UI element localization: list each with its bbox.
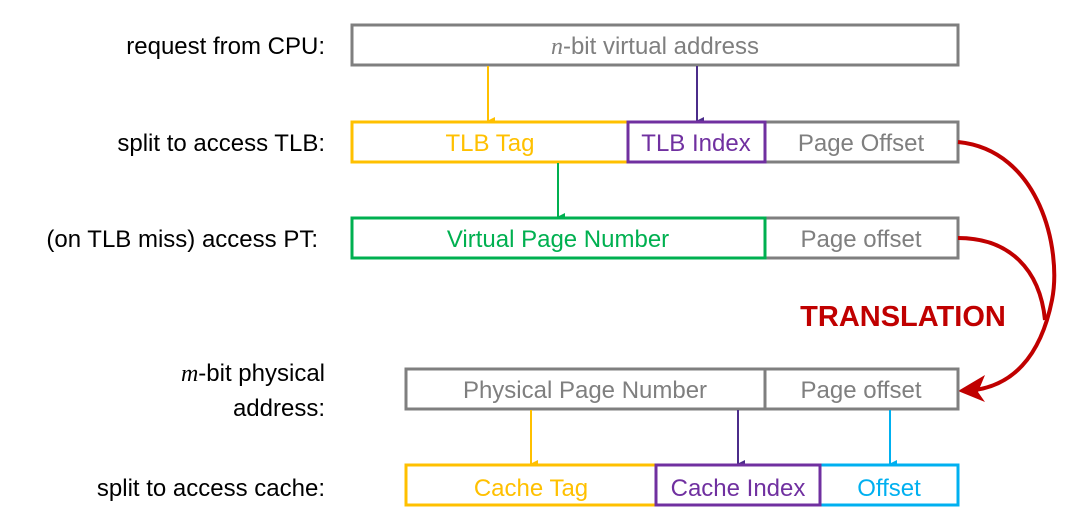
row-label-phys-2: address: — [233, 395, 325, 422]
row-label-tlb: split to access TLB: — [117, 130, 325, 157]
tlb-index-text: TLB Index — [641, 130, 750, 157]
virtual-address-text: n-bit virtual address — [551, 33, 759, 60]
row-label-cache: split to access cache: — [97, 475, 325, 502]
var-m: m — [181, 361, 198, 387]
field-text: -bit virtual address — [563, 33, 759, 60]
cache-index-text: Cache Index — [671, 475, 806, 502]
row-label-pt: (on TLB miss) access PT: — [46, 226, 318, 253]
pt-page-offset-text: Page offset — [801, 226, 922, 253]
address-translation-diagram: request from CPU: split to access TLB: (… — [46, 23, 1057, 507]
label-text: -bit physical — [198, 360, 325, 387]
tlb-tag-text: TLB Tag — [446, 130, 535, 157]
row-label-phys-1: m-bit physical — [181, 360, 325, 387]
translation-curve-tlb — [957, 140, 1057, 392]
var-n: n — [551, 34, 563, 60]
row-label-cpu: request from CPU: — [126, 33, 325, 60]
tlb-page-offset-text: Page Offset — [798, 130, 925, 157]
ppn-text: Physical Page Number — [463, 377, 707, 404]
phys-page-offset-text: Page offset — [801, 377, 922, 404]
cache-offset-text: Offset — [857, 475, 921, 502]
translation-label: TRANSLATION — [800, 301, 1006, 333]
cache-tag-text: Cache Tag — [474, 475, 588, 502]
vpn-text: Virtual Page Number — [447, 226, 669, 253]
